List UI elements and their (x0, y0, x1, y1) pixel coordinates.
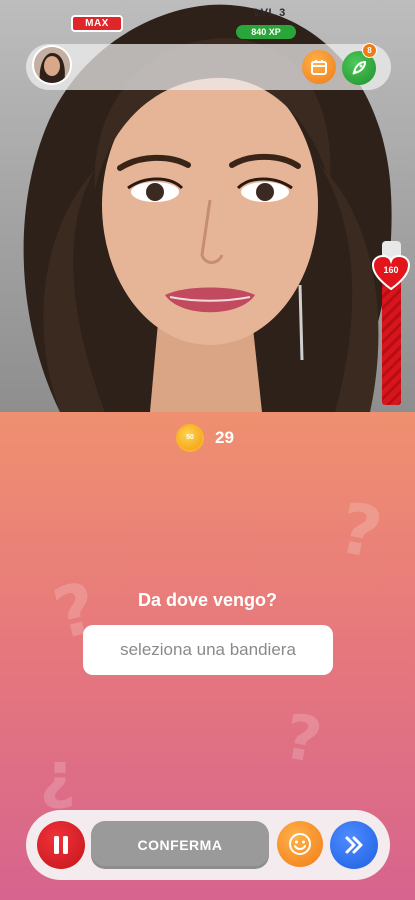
smiley-icon (289, 833, 311, 855)
top-hud (26, 44, 391, 90)
decor-question-mark: ? (331, 486, 389, 576)
pause-button[interactable] (37, 821, 85, 869)
flag-select-input[interactable]: seleziona una bandiera (83, 625, 333, 675)
calendar-button[interactable] (302, 50, 336, 84)
question-text: Da dove vengo? (137, 590, 278, 610)
skip-button[interactable] (330, 821, 378, 869)
level-label: LVL 3 (254, 7, 286, 19)
emoji-button[interactable] (277, 821, 323, 867)
player-avatar[interactable] (32, 45, 72, 85)
decor-question-mark: ? (278, 699, 328, 778)
pause-icon (54, 836, 68, 854)
heart-meter-value: 160 (383, 265, 399, 275)
notification-badge: 8 (362, 43, 377, 58)
avatar-image (34, 47, 70, 83)
heart-meter-fill (382, 277, 401, 405)
double-chevron-right-icon (345, 836, 363, 854)
coin-icon: 50 (176, 424, 204, 452)
rocket-icon (352, 60, 367, 75)
confirm-button[interactable]: CONFERMA (91, 821, 269, 869)
player-name-badge[interactable]: MAX (71, 15, 123, 32)
calendar-icon (311, 60, 327, 75)
xp-badge: 840 XP (236, 25, 296, 39)
coin-count: 29 (215, 428, 234, 447)
